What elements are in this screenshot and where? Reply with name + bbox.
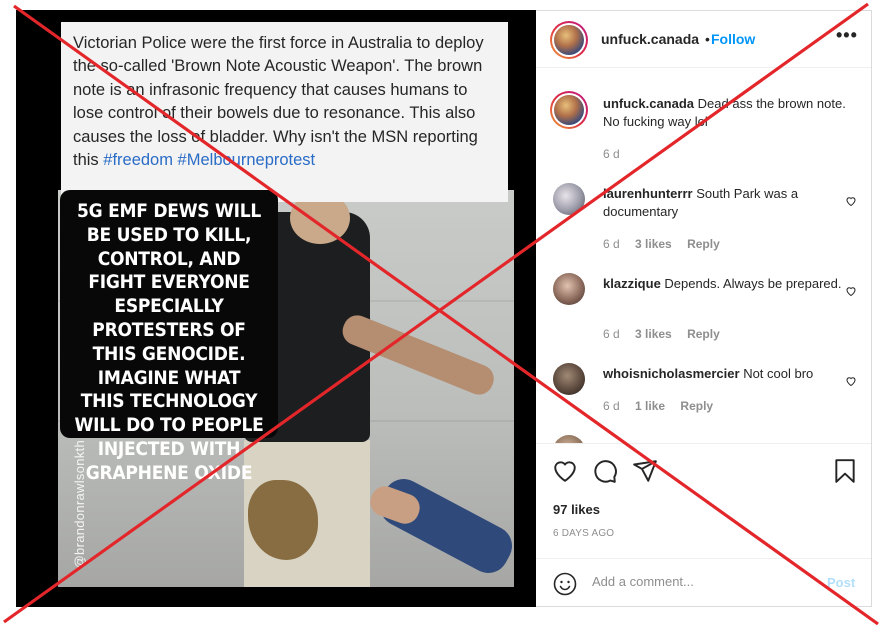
comment-meta: 6 d 3 likes Reply: [603, 327, 732, 341]
comment: klazzique Depends. Always be prepared.: [603, 275, 857, 293]
comment-username[interactable]: unfuck.canada: [603, 96, 694, 111]
add-comment-bar: Post: [536, 558, 871, 608]
comment-time[interactable]: 6 d: [603, 237, 620, 251]
commenter-avatar[interactable]: [553, 435, 585, 443]
comment: laurenhunterrr South Park was a document…: [603, 185, 857, 221]
reply-button[interactable]: Reply: [680, 399, 713, 413]
comments-list[interactable]: unfuck.canada Dead ass the brown note. N…: [536, 69, 871, 443]
like-comment-heart-icon[interactable]: [845, 285, 857, 297]
reply-button[interactable]: Reply: [687, 237, 720, 251]
comment: whoisnicholasmercier Not cool bro: [603, 365, 857, 383]
commenter-avatar[interactable]: [553, 183, 585, 215]
bookmark-icon[interactable]: [832, 458, 858, 484]
comment-likes[interactable]: 1 like: [635, 399, 665, 413]
comment-username[interactable]: klazzique: [603, 276, 661, 291]
emoji-icon[interactable]: [553, 572, 577, 596]
post-side-panel: unfuck.canada • Follow ••• unfuck.canada…: [536, 10, 872, 607]
avatar-image: [554, 25, 584, 55]
heart-icon[interactable]: [552, 458, 578, 484]
page: @brandonrawlsonkth Victorian Police were…: [0, 0, 883, 626]
avatar-image: [554, 95, 584, 125]
meme-caption-box: 5G EMF DEWS WILL BE USED TO KILL, CONTRO…: [60, 190, 278, 484]
comment-meta: 6 d 3 likes Reply: [603, 237, 732, 251]
post-header: unfuck.canada • Follow •••: [536, 11, 871, 68]
like-comment-heart-icon[interactable]: [845, 375, 857, 387]
comment-likes[interactable]: 3 likes: [635, 327, 672, 341]
news-hashtags: #freedom #Melbourneprotest: [103, 151, 316, 170]
post-button[interactable]: Post: [827, 575, 855, 590]
caption-comment: unfuck.canada Dead ass the brown note. N…: [603, 95, 857, 131]
header-username[interactable]: unfuck.canada: [601, 31, 699, 47]
comment-username[interactable]: whoisnicholasmercier: [603, 366, 740, 381]
comment-input[interactable]: [592, 574, 812, 589]
share-icon[interactable]: [632, 458, 658, 484]
comment-icon[interactable]: [592, 458, 618, 484]
comment-meta: 6 d 1 like Reply: [603, 399, 725, 413]
commenter-avatar[interactable]: [553, 273, 585, 305]
post-actions: 97 likes 6 DAYS AGO: [536, 443, 871, 558]
comment-likes[interactable]: 3 likes: [635, 237, 672, 251]
news-body: Victorian Police were the first force in…: [73, 34, 484, 170]
post-image[interactable]: @brandonrawlsonkth Victorian Police were…: [16, 10, 536, 607]
comment-meta: 6 d: [603, 147, 632, 161]
comment-text: Depends. Always be prepared.: [664, 276, 842, 291]
reply-button[interactable]: Reply: [687, 327, 720, 341]
comment-time[interactable]: 6 d: [603, 327, 620, 341]
comment-text: Not cool bro: [743, 366, 814, 381]
more-icon[interactable]: •••: [836, 25, 858, 46]
post-timestamp[interactable]: 6 DAYS AGO: [553, 528, 614, 539]
meme-caption: 5G EMF DEWS WILL BE USED TO KILL, CONTRO…: [74, 201, 264, 484]
caption-avatar[interactable]: [550, 91, 588, 129]
news-card: Victorian Police were the first force in…: [61, 22, 508, 202]
commenter-avatar[interactable]: [553, 363, 585, 395]
like-comment-heart-icon[interactable]: [845, 195, 857, 207]
comment-username[interactable]: laurenhunterrr: [603, 186, 693, 201]
avatar[interactable]: [550, 21, 588, 59]
comment-time[interactable]: 6 d: [603, 399, 620, 413]
follow-button[interactable]: Follow: [711, 31, 755, 47]
likes-count[interactable]: 97 likes: [553, 502, 600, 517]
news-text: Victorian Police were the first force in…: [61, 22, 508, 172]
header-separator: •: [705, 31, 710, 47]
comment-time[interactable]: 6 d: [603, 147, 620, 161]
